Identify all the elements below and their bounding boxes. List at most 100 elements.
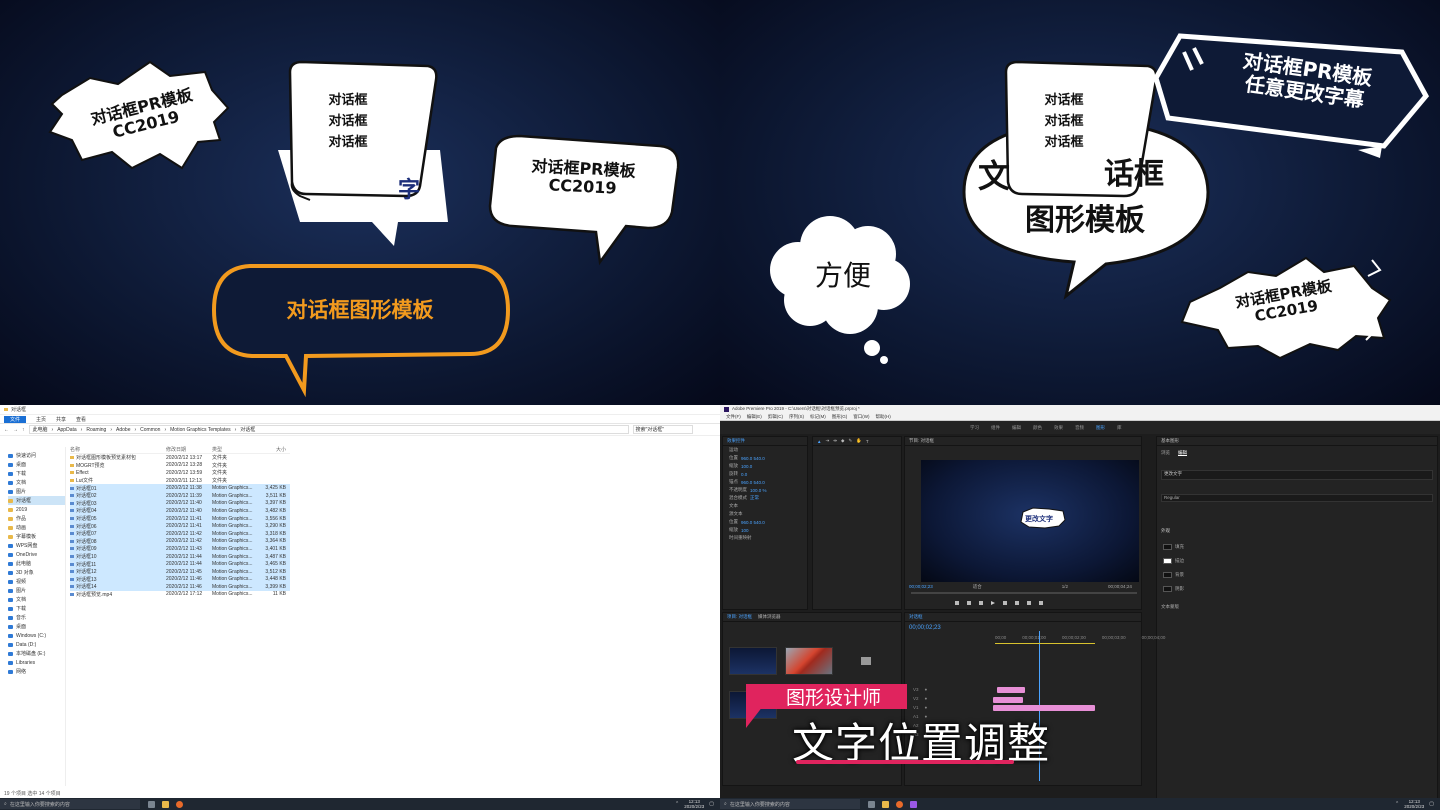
fx-value[interactable]: 960.0 540.0: [741, 480, 765, 485]
workspace-tab[interactable]: 学习: [970, 425, 979, 431]
back-arrow-icon[interactable]: ←: [4, 427, 9, 433]
taskbar-search[interactable]: ⌕ 在这里输入你要搜索的内容: [0, 799, 140, 809]
eg-font-select[interactable]: Regular: [1161, 494, 1433, 502]
file-row[interactable]: 对话框05 2020/2/12 11:41 Motion Graphics... 3,…: [70, 514, 290, 523]
resolution-dropdown[interactable]: 1/2: [1062, 584, 1068, 590]
nav-item[interactable]: 快速访问: [8, 451, 65, 460]
nav-item[interactable]: 图片: [8, 487, 65, 496]
nav-item[interactable]: 对话框: [8, 496, 65, 505]
tab-project[interactable]: 项目: 对话框: [727, 614, 752, 620]
nav-item[interactable]: 下载: [8, 604, 65, 613]
selection-tool-icon[interactable]: ▲: [817, 439, 821, 444]
forward-arrow-icon[interactable]: →: [13, 427, 18, 433]
nav-item[interactable]: OneDrive: [8, 550, 65, 559]
nav-item[interactable]: 字幕模板: [8, 532, 65, 541]
eg-text-mask[interactable]: 文本蒙版: [1161, 604, 1433, 610]
fx-row[interactable]: 文本: [723, 502, 807, 510]
lift-icon[interactable]: [1015, 601, 1019, 605]
tab-media-browser[interactable]: 媒体浏览器: [758, 614, 781, 620]
color-swatch[interactable]: [1163, 586, 1172, 592]
fx-row[interactable]: 位置 960.0 540.0: [723, 518, 807, 526]
eg-appearance-row[interactable]: 填充: [1157, 540, 1437, 554]
fx-row[interactable]: 缩放 100: [723, 526, 807, 534]
fx-value[interactable]: 100.0: [741, 464, 752, 469]
nav-item[interactable]: 桌面: [8, 622, 65, 631]
ribbon-tab-view[interactable]: 查看: [76, 416, 86, 423]
file-row[interactable]: 对话框04 2020/2/12 11:40 Motion Graphics... 3,…: [70, 507, 290, 515]
ribbon-tab-file[interactable]: 文件: [4, 415, 27, 423]
fx-row[interactable]: 不透明度 100.0 %: [723, 486, 807, 494]
tray-clock-2[interactable]: 12:13 2020/2/23: [1404, 799, 1424, 809]
track-toggle-icon[interactable]: ●: [925, 705, 928, 710]
ribbon-tab-home[interactable]: 主页: [36, 416, 46, 423]
nav-item[interactable]: 此电脑: [8, 559, 65, 568]
menu-item[interactable]: 窗口(W): [853, 414, 869, 420]
file-row[interactable]: Effect 2020/2/12 13:59 文件夹: [70, 469, 290, 477]
file-row[interactable]: 对话框14 2020/2/12 11:46 Motion Graphics... 3,…: [70, 583, 290, 591]
fx-value[interactable]: 正常: [750, 495, 759, 501]
menu-item[interactable]: 文件(F): [726, 414, 741, 420]
file-row[interactable]: 对话框11 2020/2/12 11:44 Motion Graphics... 3,…: [70, 560, 290, 568]
color-swatch[interactable]: [1163, 544, 1172, 550]
nav-item[interactable]: 下载: [8, 469, 65, 478]
program-screen[interactable]: 更改文字: [921, 460, 1139, 582]
nav-item[interactable]: 动画: [8, 523, 65, 532]
firefox-icon[interactable]: [896, 800, 903, 808]
eg-appearance-row[interactable]: 背景: [1157, 568, 1437, 582]
nav-item[interactable]: 2019: [8, 505, 65, 514]
file-row[interactable]: 对话框13 2020/2/12 11:46 Motion Graphics... 3,…: [70, 575, 290, 584]
menu-item[interactable]: 序列(S): [789, 414, 804, 420]
fx-row[interactable]: 运动: [723, 446, 807, 454]
tab-timeline[interactable]: 对话框: [909, 614, 923, 620]
step-back-icon[interactable]: [979, 601, 983, 605]
export-frame-icon[interactable]: [1039, 601, 1043, 605]
column-size[interactable]: 大小: [262, 446, 286, 453]
ribbon-tab-share[interactable]: 共享: [56, 416, 66, 423]
nav-item[interactable]: Libraries: [8, 658, 65, 667]
task-view-icon[interactable]: [148, 800, 155, 808]
file-row[interactable]: 对话框03 2020/2/12 11:40 Motion Graphics... 3,…: [70, 499, 290, 508]
nav-item[interactable]: 图片: [8, 586, 65, 595]
nav-item[interactable]: Data (D:): [8, 640, 65, 649]
program-timecode[interactable]: 00;00;02;23: [909, 584, 933, 590]
step-forward-icon[interactable]: [1003, 601, 1007, 605]
breadcrumb-item[interactable]: 此电脑: [33, 426, 48, 433]
nav-item[interactable]: 桌面: [8, 460, 65, 469]
explorer-search-input[interactable]: 搜索"对话框": [632, 425, 693, 434]
fx-row[interactable]: 锚点 960.0 540.0: [723, 478, 807, 486]
pen-tool-icon[interactable]: ✎: [849, 438, 853, 444]
track-toggle-icon[interactable]: ●: [925, 687, 928, 692]
eg-appearance-row[interactable]: 阴影: [1157, 582, 1437, 596]
nav-item[interactable]: 文档: [8, 478, 65, 487]
workspace-tab[interactable]: 颜色: [1033, 425, 1042, 431]
breadcrumb-item[interactable]: Roaming: [86, 427, 106, 433]
taskbar-search-2[interactable]: ⌕ 在这里输入你要搜索的内容: [720, 799, 860, 809]
nav-item[interactable]: 文档: [8, 595, 65, 604]
file-explorer-icon[interactable]: [162, 800, 169, 808]
column-name[interactable]: 名称: [70, 446, 166, 453]
fx-row[interactable]: 旋转 0.0: [723, 470, 807, 478]
razor-tool-icon[interactable]: ◆: [841, 438, 844, 444]
column-date[interactable]: 修改日期: [166, 446, 212, 453]
workspace-tab[interactable]: 音频: [1075, 425, 1084, 431]
file-explorer-icon[interactable]: [882, 800, 889, 808]
fx-row[interactable]: 位置 960.0 540.0: [723, 454, 807, 462]
eg-layer-item[interactable]: 更改文字: [1161, 470, 1433, 480]
notification-icon[interactable]: ▢: [709, 801, 714, 807]
play-icon[interactable]: [991, 601, 995, 605]
breadcrumb[interactable]: 此电脑 › AppData › Roaming › Adobe › Common › Mo…: [28, 425, 629, 434]
program-scrubber[interactable]: [911, 592, 1137, 594]
file-row[interactable]: Lut文件 2020/2/11 12:13 文件夹: [70, 477, 290, 485]
clip-v3[interactable]: [997, 687, 1025, 693]
file-row[interactable]: 对话框09 2020/2/12 11:43 Motion Graphics... 3,…: [70, 545, 290, 553]
tab-effect-controls[interactable]: 效果控件: [727, 438, 745, 444]
fx-value[interactable]: 960.0 540.0: [741, 456, 765, 461]
mark-in-icon[interactable]: [955, 601, 959, 605]
timeline-timecode[interactable]: 00;00;02;23: [909, 625, 941, 631]
fx-row[interactable]: 混合模式 正常: [723, 494, 807, 502]
workspace-tab[interactable]: 编辑: [1012, 425, 1021, 431]
up-arrow-icon[interactable]: ↑: [22, 427, 25, 433]
nav-item[interactable]: 网络: [8, 667, 65, 676]
nav-item[interactable]: Windows (C:): [8, 631, 65, 640]
tab-program[interactable]: 节目: 对话框: [909, 438, 934, 444]
